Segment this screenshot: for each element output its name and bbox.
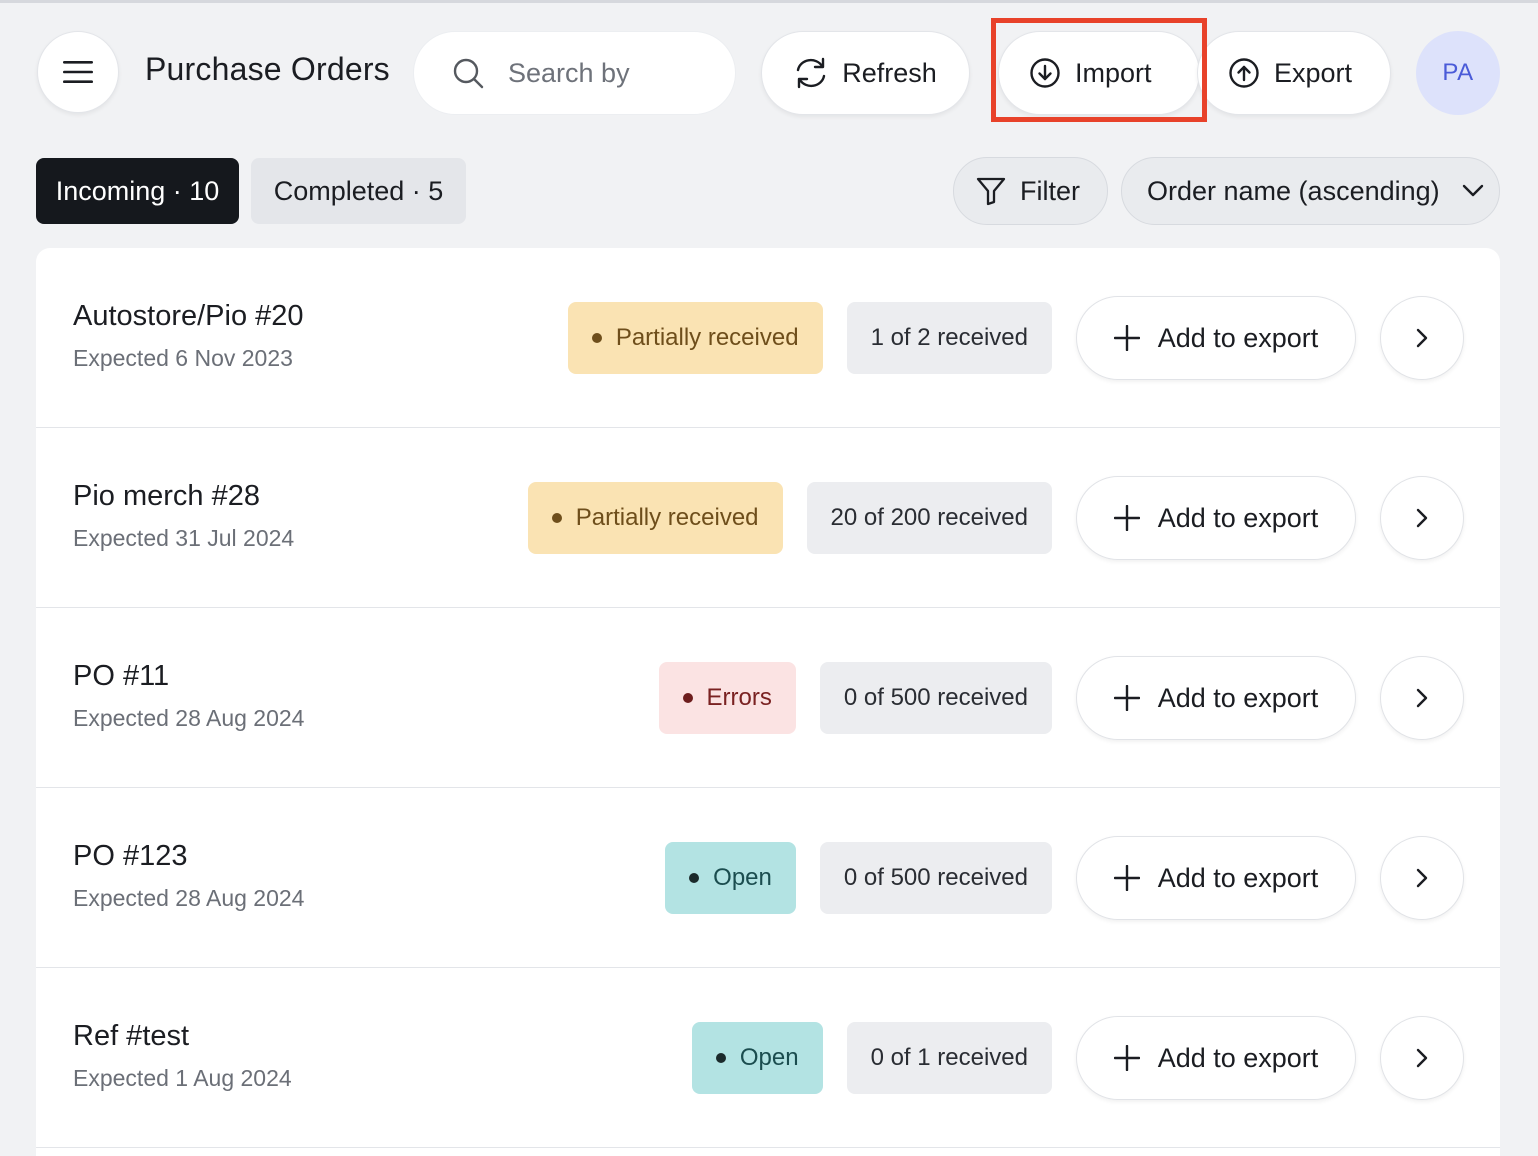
status-badge: Partially received [527, 482, 783, 554]
chevron-right-icon [1416, 508, 1428, 528]
orders-list: Autostore/Pio #20 Expected 6 Nov 2023 Pa… [36, 248, 1500, 1156]
status-dot-icon [715, 1053, 726, 1063]
chevron-right-icon [1416, 1048, 1428, 1068]
order-name: Ref #test [73, 1020, 190, 1052]
download-circle-icon [1029, 57, 1061, 89]
order-name: Autostore/Pio #20 [73, 300, 304, 332]
search-input[interactable] [508, 57, 638, 89]
chevron-right-icon [1416, 868, 1428, 888]
table-row[interactable]: Pio merch #28 Expected 31 Jul 2024 Parti… [36, 428, 1500, 608]
chevron-right-icon [1416, 328, 1428, 348]
open-order-button[interactable] [1380, 296, 1464, 380]
import-button[interactable]: Import [998, 31, 1200, 115]
export-label: Export [1274, 57, 1353, 88]
open-order-button[interactable] [1380, 1016, 1464, 1100]
table-row[interactable]: Ref #test Expected 1 Aug 2024 Open 0 of … [36, 968, 1500, 1148]
add-to-export-button[interactable]: Add to export [1076, 836, 1356, 920]
status-label: Errors [706, 684, 772, 711]
open-order-button[interactable] [1380, 656, 1464, 740]
add-to-export-label: Add to export [1157, 682, 1319, 713]
chevron-down-icon [1462, 184, 1484, 198]
table-row[interactable]: Autostore/Pio #20 Expected 6 Nov 2023 Pa… [36, 248, 1500, 428]
order-expected-date: Expected 6 Nov 2023 [73, 345, 293, 371]
tab-completed[interactable]: Completed · 5 [251, 158, 466, 224]
status-dot-icon [689, 873, 700, 883]
avatar[interactable]: PA [1416, 31, 1500, 115]
add-to-export-button[interactable]: Add to export [1076, 476, 1356, 560]
status-label: Partially received [615, 324, 799, 351]
search-icon [452, 57, 484, 89]
filter-label: Filter [1020, 175, 1080, 206]
add-to-export-button[interactable]: Add to export [1076, 1016, 1356, 1100]
page-title: Purchase Orders [145, 51, 390, 87]
plus-icon [1113, 685, 1140, 711]
export-button[interactable]: Export [1197, 31, 1391, 115]
search-box[interactable] [413, 31, 736, 115]
order-name: PO #123 [73, 840, 188, 872]
top-bar: Purchase Orders Refresh [0, 3, 1538, 143]
refresh-button[interactable]: Refresh [761, 31, 970, 115]
status-label: Partially received [575, 504, 759, 531]
open-order-button[interactable] [1380, 476, 1464, 560]
order-name: PO #11 [73, 660, 170, 692]
add-to-export-label: Add to export [1157, 1042, 1319, 1073]
add-to-export-button[interactable]: Add to export [1076, 656, 1356, 740]
received-count: 0 of 1 received [846, 1022, 1052, 1094]
plus-icon [1113, 505, 1140, 531]
received-count: 0 of 500 received [819, 842, 1052, 914]
open-order-button[interactable] [1380, 836, 1464, 920]
status-badge: Partially received [567, 302, 823, 374]
filter-button[interactable]: Filter [953, 157, 1108, 225]
funnel-icon [976, 176, 1006, 206]
import-label: Import [1075, 57, 1152, 88]
status-badge: Errors [658, 662, 796, 734]
plus-icon [1113, 865, 1140, 891]
add-to-export-label: Add to export [1157, 322, 1319, 353]
received-count: 20 of 200 received [806, 482, 1052, 554]
upload-circle-icon [1228, 57, 1260, 89]
refresh-icon [794, 57, 828, 89]
order-expected-date: Expected 28 Aug 2024 [73, 705, 305, 731]
tab-incoming[interactable]: Incoming · 10 [36, 158, 239, 224]
add-to-export-label: Add to export [1157, 862, 1319, 893]
add-to-export-button[interactable]: Add to export [1076, 296, 1356, 380]
table-row[interactable]: PO #123 Expected 28 Aug 2024 Open 0 of 5… [36, 788, 1500, 968]
status-dot-icon [591, 333, 602, 343]
order-expected-date: Expected 28 Aug 2024 [73, 885, 305, 911]
plus-icon [1113, 325, 1140, 351]
order-expected-date: Expected 1 Aug 2024 [73, 1065, 292, 1091]
received-count: 0 of 500 received [819, 662, 1052, 734]
status-dot-icon [551, 513, 562, 523]
status-badge: Open [665, 842, 796, 914]
order-expected-date: Expected 31 Jul 2024 [73, 525, 295, 551]
refresh-label: Refresh [842, 57, 937, 88]
order-name: Pio merch #28 [73, 480, 260, 512]
received-count: 1 of 2 received [846, 302, 1052, 374]
hamburger-icon [63, 61, 93, 83]
sort-label: Order name (ascending) [1147, 175, 1440, 206]
status-dot-icon [682, 693, 693, 703]
status-badge: Open [691, 1022, 823, 1094]
add-to-export-label: Add to export [1157, 502, 1319, 533]
plus-icon [1113, 1045, 1140, 1071]
status-label: Open [739, 1044, 799, 1071]
chevron-right-icon [1416, 688, 1428, 708]
table-row[interactable]: PO #11 Expected 28 Aug 2024 Errors 0 of … [36, 608, 1500, 788]
menu-button[interactable] [37, 31, 119, 113]
sort-dropdown[interactable]: Order name (ascending) [1121, 157, 1500, 225]
status-label: Open [713, 864, 772, 891]
